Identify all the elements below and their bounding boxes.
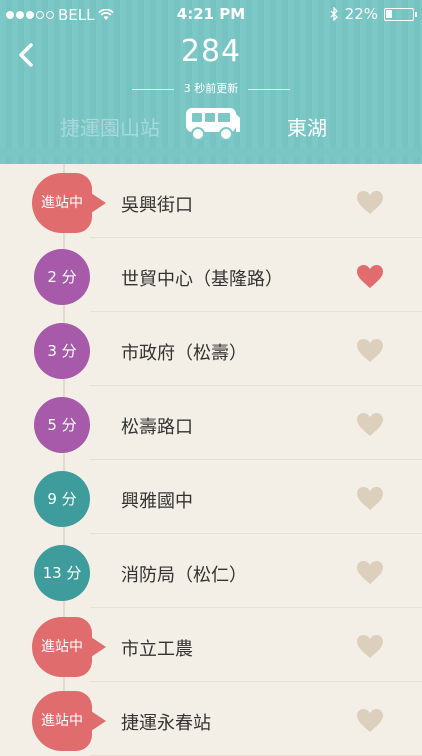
- stop-row[interactable]: 進站中 吳興街口: [0, 164, 422, 238]
- stop-name: 興雅國中: [121, 491, 193, 512]
- stop-row[interactable]: 9 分 興雅國中: [0, 460, 422, 534]
- heart-icon[interactable]: [356, 338, 384, 364]
- stop-name: 吳興街口: [121, 195, 193, 216]
- update-time-label: 3 秒前更新: [183, 82, 239, 95]
- update-status: 3 秒前更新: [0, 80, 422, 96]
- eta-badge: 進站中: [32, 691, 106, 751]
- heart-icon[interactable]: [356, 708, 384, 734]
- heart-icon[interactable]: [356, 190, 384, 216]
- stop-row[interactable]: 5 分 松壽路口: [0, 386, 422, 460]
- route-number: 284: [180, 34, 242, 69]
- stop-name: 市立工農: [121, 639, 193, 660]
- bluetooth-icon: [330, 7, 338, 21]
- direction-to-stop[interactable]: 東湖: [287, 112, 327, 141]
- battery-percent: 22%: [344, 5, 378, 23]
- stop-row[interactable]: 13 分 消防局（松仁）: [0, 534, 422, 608]
- status-bar: BELL 4:21 PM 22%: [0, 0, 422, 28]
- stop-row[interactable]: 3 分 市政府（松壽）: [0, 312, 422, 386]
- stop-name: 世貿中心（基隆路）: [121, 269, 283, 290]
- stop-row[interactable]: 2 分 世貿中心（基隆路）: [0, 238, 422, 312]
- stop-row[interactable]: 進站中 捷運永春站: [0, 682, 422, 756]
- stop-name: 消防局（松仁）: [121, 565, 247, 586]
- battery-icon: [384, 7, 417, 21]
- eta-badge: 2 分: [34, 249, 90, 305]
- eta-badge: 5 分: [34, 397, 90, 453]
- stop-list: 進站中 吳興街口 2 分世貿中心（基隆路） 3 分市政府（松壽） 5 分松壽路口 9 分興…: [0, 164, 422, 756]
- stop-name: 市政府（松壽）: [121, 343, 247, 364]
- stop-row[interactable]: 進站中 市立工農: [0, 608, 422, 682]
- status-right: 22%: [330, 5, 417, 23]
- heart-icon[interactable]: [356, 634, 384, 660]
- stop-name: 捷運永春站: [121, 713, 211, 734]
- eta-badge: 9 分: [34, 471, 90, 527]
- eta-badge: 進站中: [32, 173, 106, 233]
- heart-icon[interactable]: [356, 412, 384, 438]
- eta-badge: 進站中: [32, 617, 106, 677]
- heart-icon[interactable]: [356, 486, 384, 512]
- header-bar: BELL 4:21 PM 22% 284 3 秒前更新 捷運園山站 東湖: [0, 0, 422, 164]
- eta-badge: 13 分: [34, 545, 90, 601]
- heart-icon[interactable]: [356, 560, 384, 586]
- direction-from-stop[interactable]: 捷運園山站: [60, 112, 160, 141]
- stop-name: 松壽路口: [121, 417, 193, 438]
- heart-filled-icon[interactable]: [356, 264, 384, 290]
- eta-badge: 3 分: [34, 323, 90, 379]
- bus-icon[interactable]: [184, 106, 242, 142]
